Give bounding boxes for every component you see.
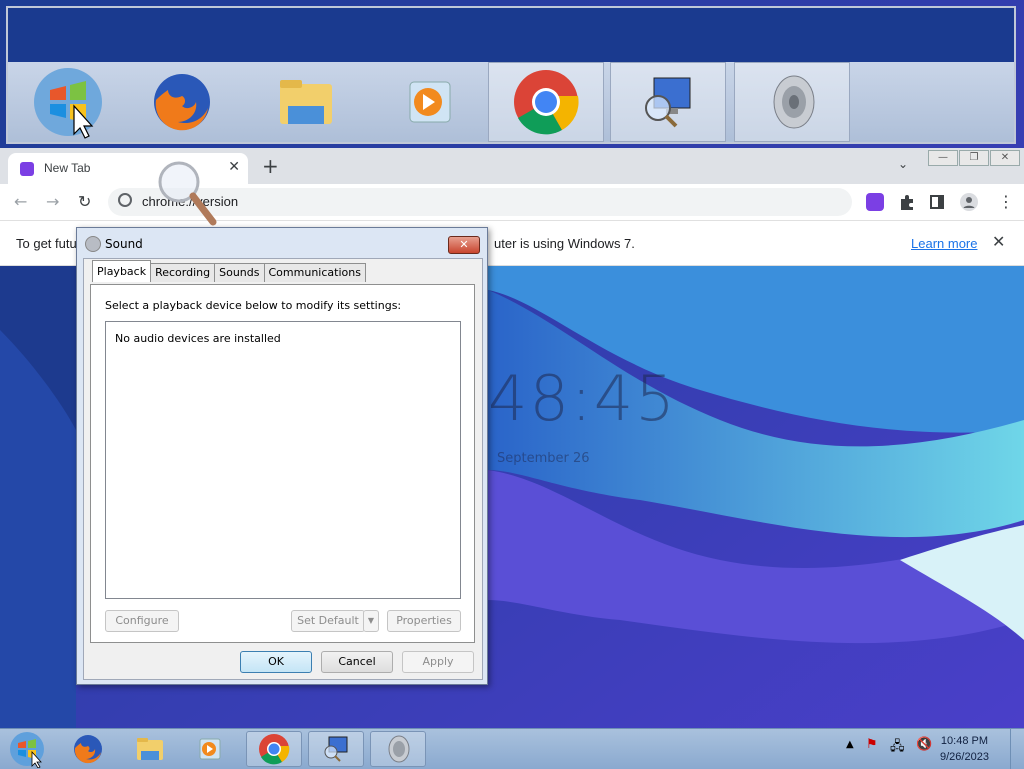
folder-icon bbox=[280, 80, 332, 124]
extensions-puzzle-icon[interactable] bbox=[898, 193, 916, 211]
switcher-remote-desktop[interactable] bbox=[610, 62, 726, 142]
extension-app-icon[interactable] bbox=[866, 193, 884, 211]
media-player-icon bbox=[199, 738, 221, 760]
infobar-message-continued: uter is using Windows 7. bbox=[494, 236, 635, 251]
firefox-icon bbox=[154, 74, 210, 131]
sound-dialog-titlebar[interactable]: Sound ✕ bbox=[77, 228, 487, 258]
taskbar: ▲ ⚑ 🖧 🔇 10:48 PM 9/26/2023 bbox=[0, 728, 1024, 769]
set-default-button[interactable]: Set Default bbox=[291, 610, 365, 632]
tab-sounds[interactable]: Sounds bbox=[214, 263, 265, 282]
site-info-icon[interactable] bbox=[118, 193, 132, 207]
cancel-button[interactable]: Cancel bbox=[321, 651, 393, 673]
set-default-dropdown-icon[interactable]: ▼ bbox=[363, 610, 379, 632]
switcher-media-player[interactable] bbox=[372, 62, 488, 142]
tab-close-icon[interactable]: ✕ bbox=[228, 159, 240, 175]
switcher-explorer[interactable] bbox=[248, 62, 364, 142]
address-bar[interactable]: chrome://version bbox=[108, 188, 852, 216]
new-tab-button[interactable]: + bbox=[262, 154, 279, 178]
minimize-button[interactable]: — bbox=[928, 150, 958, 166]
tray-date: 9/26/2023 bbox=[940, 751, 989, 763]
forward-icon[interactable]: → bbox=[46, 192, 59, 211]
taskbar-remote-desktop[interactable] bbox=[308, 731, 364, 767]
tab-strip: New Tab ✕ + ⌄ — ❐ ✕ bbox=[0, 148, 1024, 184]
playback-device-list[interactable]: No audio devices are installed bbox=[105, 321, 461, 599]
tab-title: New Tab bbox=[44, 161, 91, 175]
sound-tabs: Playback Recording Sounds Communications bbox=[92, 260, 366, 282]
infobar-message: To get futu bbox=[16, 236, 77, 251]
switcher-chrome[interactable] bbox=[488, 62, 604, 142]
tray-time: 10:48 PM bbox=[940, 735, 989, 747]
sound-dialog: Sound ✕ Playback Recording Sounds Commun… bbox=[76, 227, 488, 685]
window-controls: — ❐ ✕ bbox=[928, 150, 1020, 166]
show-desktop-button[interactable] bbox=[1010, 729, 1024, 769]
taskbar-sound[interactable] bbox=[370, 731, 426, 767]
learn-more-link[interactable]: Learn more bbox=[911, 236, 977, 251]
media-player-icon bbox=[409, 81, 451, 123]
infobar-close-icon[interactable]: ✕ bbox=[992, 232, 1005, 251]
network-disconnected-icon[interactable]: 🖧 bbox=[890, 737, 905, 759]
switcher-firefox[interactable] bbox=[124, 62, 240, 142]
sound-dialog-title: Sound bbox=[105, 237, 143, 251]
menu-kebab-icon[interactable]: ⋮ bbox=[998, 192, 1014, 211]
tab-playback[interactable]: Playback bbox=[92, 260, 152, 282]
remote-desktop-magnifier-icon bbox=[645, 77, 691, 128]
speaker-icon bbox=[388, 735, 410, 763]
taskbar-chrome[interactable] bbox=[246, 731, 302, 767]
app-switcher-bar bbox=[8, 62, 1014, 142]
side-panel-icon[interactable] bbox=[928, 193, 946, 211]
tab-search-chevron-icon[interactable]: ⌄ bbox=[898, 157, 908, 171]
properties-button[interactable]: Properties bbox=[387, 610, 461, 632]
reload-icon[interactable]: ↻ bbox=[78, 192, 91, 211]
taskbar-media-player[interactable] bbox=[182, 731, 238, 767]
magnifier-cursor-icon bbox=[158, 161, 217, 226]
ntp-date: September 26 bbox=[497, 451, 590, 466]
restore-button[interactable]: ❐ bbox=[959, 150, 989, 166]
sound-dialog-body: Playback Recording Sounds Communications… bbox=[83, 258, 483, 680]
playback-instructions: Select a playback device below to modify… bbox=[105, 299, 402, 312]
profile-avatar-icon[interactable] bbox=[960, 193, 978, 211]
back-icon[interactable]: ← bbox=[14, 192, 27, 211]
sound-dialog-close-button[interactable]: ✕ bbox=[448, 236, 480, 254]
windows-orb-icon bbox=[34, 68, 102, 139]
switcher-start-orb[interactable] bbox=[10, 62, 126, 142]
tab-recording[interactable]: Recording bbox=[150, 263, 216, 282]
firefox-icon bbox=[74, 735, 102, 764]
ntp-clock: 48:45 bbox=[488, 362, 677, 435]
tab-favicon-icon bbox=[20, 162, 34, 176]
switcher-sound[interactable] bbox=[734, 62, 850, 142]
taskbar-explorer[interactable] bbox=[122, 731, 178, 767]
apply-button[interactable]: Apply bbox=[402, 651, 474, 673]
folder-icon bbox=[137, 738, 163, 760]
playback-panel: Select a playback device below to modify… bbox=[90, 284, 475, 643]
close-window-button[interactable]: ✕ bbox=[990, 150, 1020, 166]
remote-desktop-magnifier-icon bbox=[324, 736, 348, 762]
taskbar-firefox[interactable] bbox=[60, 731, 116, 767]
sound-settings-icon bbox=[85, 236, 101, 252]
volume-muted-icon[interactable]: 🔇 bbox=[916, 737, 932, 752]
tab-communications[interactable]: Communications bbox=[263, 263, 366, 282]
windows-start-orb-icon bbox=[10, 732, 44, 768]
speaker-icon bbox=[773, 75, 815, 129]
chrome-icon bbox=[259, 734, 290, 765]
tray-clock[interactable]: 10:48 PM 9/26/2023 bbox=[940, 733, 989, 765]
chrome-icon bbox=[514, 70, 579, 135]
start-button[interactable] bbox=[0, 731, 54, 768]
configure-button[interactable]: Configure bbox=[105, 610, 179, 632]
show-hidden-icons-chevron-icon[interactable]: ▲ bbox=[846, 739, 854, 750]
app-switcher-overlay bbox=[6, 6, 1016, 144]
browser-toolbar: ← → ↻ chrome://version ⋮ bbox=[0, 184, 1024, 221]
action-center-flag-icon[interactable]: ⚑ bbox=[866, 737, 878, 752]
empty-device-message: No audio devices are installed bbox=[115, 332, 281, 345]
ok-button[interactable]: OK bbox=[240, 651, 312, 673]
